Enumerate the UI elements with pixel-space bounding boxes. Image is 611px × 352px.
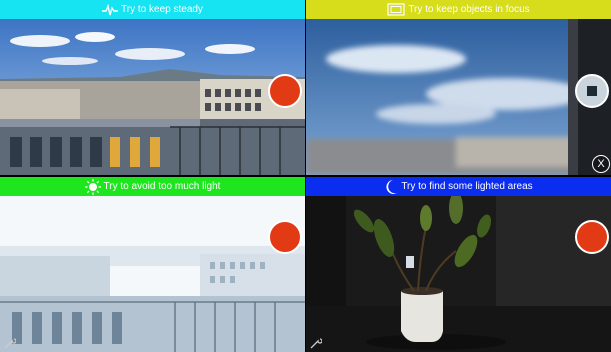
record-button[interactable] [575,220,609,254]
banner-text: Try to keep objects in focus [408,4,530,15]
sun-icon [84,178,101,195]
panel-focus: Try to keep objects in focus X [306,0,611,175]
moon-icon [384,179,398,195]
record-button[interactable] [268,220,302,254]
camera-view-overexposed [0,196,305,352]
banner-focus: Try to keep objects in focus [306,0,611,19]
banner-light: Try to avoid too much light [0,177,305,196]
camera-view-city-clear [0,19,305,175]
focus-frame-icon [387,3,405,16]
close-button[interactable]: X [592,155,610,173]
camera-grid: Try to keep steady Try to keep objects i… [0,0,611,352]
record-button[interactable] [268,74,302,108]
banner-steady: Try to keep steady [0,0,305,19]
heartbeat-icon [102,3,119,16]
close-icon: X [597,158,605,170]
panel-steady: Try to keep steady [0,0,305,175]
camera-view-dark-plant [306,196,611,352]
stop-button[interactable] [575,74,609,108]
banner-dark: Try to find some lighted areas [306,177,611,196]
stop-icon [587,86,597,96]
panel-dark: Try to find some lighted areas [306,177,611,352]
banner-text: Try to avoid too much light [103,181,221,192]
panel-light: Try to avoid too much light [0,177,305,352]
banner-text: Try to find some lighted areas [401,181,533,192]
wrench-icon[interactable] [4,337,16,349]
banner-text: Try to keep steady [121,4,203,15]
camera-view-blurry [306,19,611,175]
wrench-icon[interactable] [310,337,322,349]
